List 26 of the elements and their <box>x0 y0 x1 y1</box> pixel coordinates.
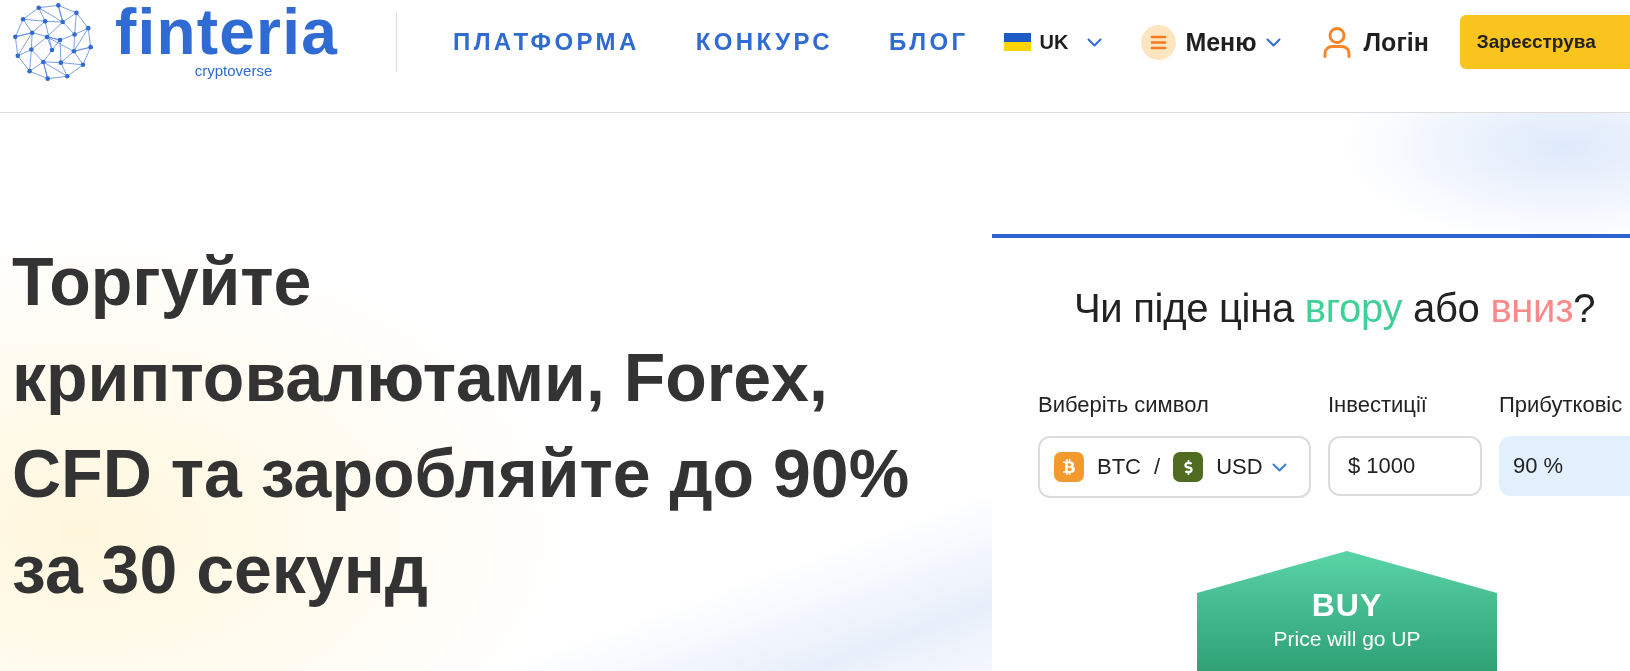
logo-wordmark[interactable]: finteria <box>115 4 338 60</box>
investment-field[interactable]: $ 1000 <box>1328 436 1482 496</box>
chevron-down-icon <box>1265 37 1281 47</box>
nav-link[interactable]: ПЛАТФОРМА <box>453 27 640 57</box>
hero-headline: Торгуйте криптовалютами, Forex, CFD та заробляйте до 90% за 30 секунд <box>12 242 911 609</box>
nav-link[interactable]: КОНКУРС <box>695 27 834 57</box>
field-label: Прибутковіс <box>1499 392 1624 418</box>
trade-question: Чи піде ціна вгору або вниз? <box>1074 285 1597 332</box>
user-icon <box>1322 26 1351 58</box>
profit-field: 90 % <box>1499 436 1630 496</box>
menu-icon <box>1141 24 1177 60</box>
nav-link[interactable]: БЛОГ <box>889 27 969 57</box>
network-globe-icon[interactable] <box>12 2 94 82</box>
login-link[interactable]: Логін <box>1322 26 1429 58</box>
field-label: Інвестиції <box>1328 392 1428 418</box>
bitcoin-icon <box>1054 452 1084 482</box>
field-label: Виберіть символ <box>1038 392 1210 418</box>
dollar-icon <box>1173 452 1204 482</box>
flag-icon <box>1004 33 1032 51</box>
register-button[interactable]: Зареєструва <box>1459 15 1630 69</box>
menu-button[interactable]: Меню <box>1141 24 1281 60</box>
chevron-down-icon <box>1087 37 1103 47</box>
symbol-select[interactable]: BTC / USD <box>1038 436 1311 498</box>
logo-tagline: cryptoverse <box>194 62 273 80</box>
chevron-down-icon <box>1271 462 1287 472</box>
language-selector[interactable]: UK <box>1004 27 1103 57</box>
